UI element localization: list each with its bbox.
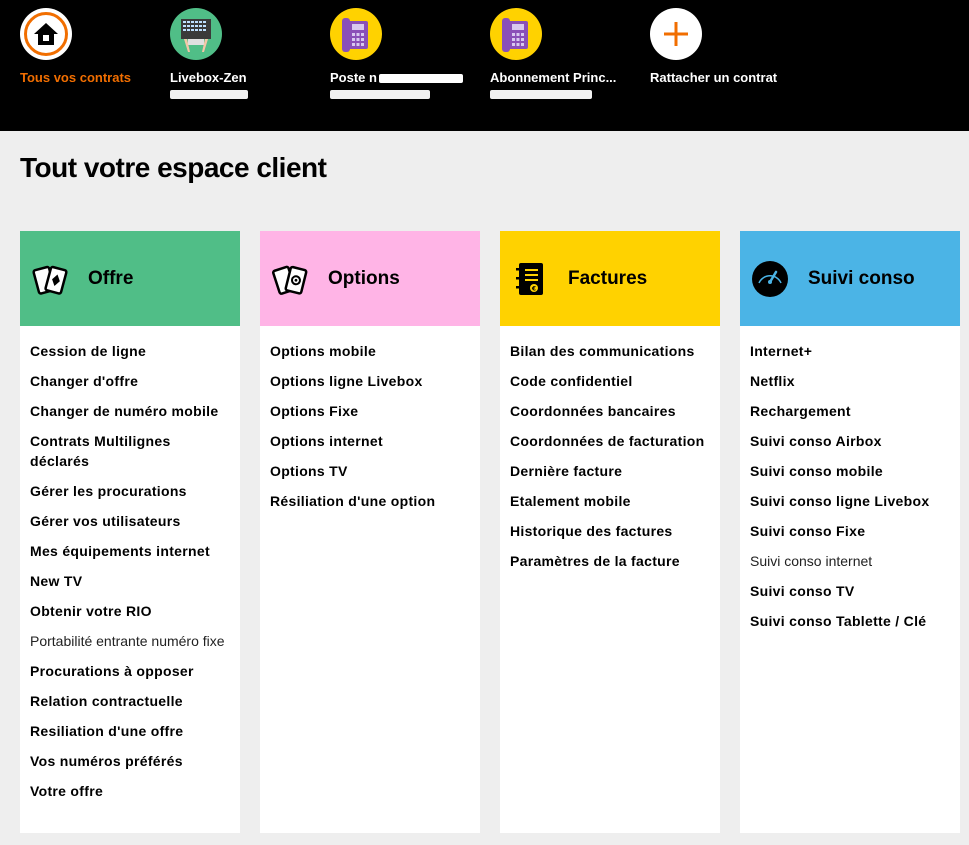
card-list: Options mobile Options ligne Livebox Opt… <box>260 326 480 511</box>
list-item[interactable]: Etalement mobile <box>510 491 710 511</box>
contract-label: Rattacher un contrat <box>650 70 778 85</box>
card-title: Offre <box>88 267 134 289</box>
list-item[interactable]: Rechargement <box>750 401 950 421</box>
list-item[interactable]: Internet+ <box>750 341 950 361</box>
list-item[interactable]: Coordonnées de facturation <box>510 431 710 451</box>
card-header: Suivi conso <box>740 231 960 326</box>
list-item[interactable]: New TV <box>30 571 230 591</box>
contract-livebox[interactable]: Livebox-Zen <box>170 8 248 99</box>
plus-icon <box>650 8 702 60</box>
card-options: Options Options mobile Options ligne Liv… <box>260 231 480 833</box>
contract-poste[interactable]: Poste n <box>330 8 463 99</box>
card-list: Bilan des communications Code confidenti… <box>500 326 720 571</box>
card-header: Options <box>260 231 480 326</box>
list-item[interactable]: Options Fixe <box>270 401 470 421</box>
list-item[interactable]: Options internet <box>270 431 470 451</box>
card-list: Internet+ Netflix Rechargement Suivi con… <box>740 326 960 631</box>
contract-label: Poste n <box>330 70 463 85</box>
list-item[interactable]: Changer de numéro mobile <box>30 401 230 421</box>
list-item[interactable]: Dernière facture <box>510 461 710 481</box>
card-header: Offre <box>20 231 240 326</box>
contracts-bar: Tous vos contrats Livebox-Zen Poste n Ab… <box>0 0 969 131</box>
gauge-icon <box>751 260 789 298</box>
phone-icon <box>490 8 542 60</box>
list-item[interactable]: Contrats Multilignes déclarés <box>30 431 230 471</box>
list-item[interactable]: Code confidentiel <box>510 371 710 391</box>
contract-attach[interactable]: Rattacher un contrat <box>650 8 777 85</box>
list-item[interactable]: Options ligne Livebox <box>270 371 470 391</box>
card-list: Cession de ligne Changer d'offre Changer… <box>20 326 240 801</box>
livebox-icon <box>170 8 222 60</box>
list-item[interactable]: Changer d'offre <box>30 371 230 391</box>
list-item[interactable]: Suivi conso Fixe <box>750 521 950 541</box>
list-item[interactable]: Portabilité entrante numéro fixe <box>30 631 230 651</box>
list-item[interactable]: Gérer vos utilisateurs <box>30 511 230 531</box>
list-item[interactable]: Options TV <box>270 461 470 481</box>
contract-label: Tous vos contrats <box>20 70 132 85</box>
list-item[interactable]: Suivi conso ligne Livebox <box>750 491 950 511</box>
list-item[interactable]: Options mobile <box>270 341 470 361</box>
list-item[interactable]: Bilan des communications <box>510 341 710 361</box>
contract-all[interactable]: Tous vos contrats <box>20 8 131 85</box>
contract-label: Abonnement Princ... <box>490 70 617 85</box>
contract-label: Livebox-Zen <box>170 70 247 85</box>
list-item[interactable]: Procurations à opposer <box>30 661 230 681</box>
list-item[interactable]: Mes équipements internet <box>30 541 230 561</box>
list-item[interactable]: Paramètres de la facture <box>510 551 710 571</box>
list-item[interactable]: Vos numéros préférés <box>30 751 230 771</box>
card-suivi-conso: Suivi conso Internet+ Netflix Rechargeme… <box>740 231 960 833</box>
list-item[interactable]: Suivi conso TV <box>750 581 950 601</box>
card-factures: € Factures Bilan des communications Code… <box>500 231 720 833</box>
list-item[interactable]: Netflix <box>750 371 950 391</box>
list-item[interactable]: Resiliation d'une offre <box>30 721 230 741</box>
options-cards-icon <box>271 260 309 298</box>
card-header: € Factures <box>500 231 720 326</box>
list-item[interactable]: Votre offre <box>30 781 230 801</box>
list-item[interactable]: Résiliation d'une option <box>270 491 470 511</box>
list-item[interactable]: Relation contractuelle <box>30 691 230 711</box>
invoice-icon: € <box>511 260 549 298</box>
redacted-number <box>330 90 430 99</box>
list-item[interactable]: Gérer les procurations <box>30 481 230 501</box>
redacted-text <box>378 74 463 84</box>
contract-abonnement[interactable]: Abonnement Princ... <box>490 8 616 99</box>
list-item[interactable]: Cession de ligne <box>30 341 230 361</box>
list-item[interactable]: Obtenir votre RIO <box>30 601 230 621</box>
card-title: Factures <box>568 267 648 289</box>
card-title: Options <box>328 267 400 289</box>
card-offre: Offre Cession de ligne Changer d'offre C… <box>20 231 240 833</box>
card-title: Suivi conso <box>808 267 915 289</box>
list-item[interactable]: Coordonnées bancaires <box>510 401 710 421</box>
list-item[interactable]: Suivi conso internet <box>750 551 950 571</box>
home-icon <box>20 8 72 60</box>
redacted-number <box>170 90 248 99</box>
svg-text:€: € <box>531 285 536 292</box>
list-item[interactable]: Suivi conso Tablette / Clé <box>750 611 950 631</box>
page-title: Tout votre espace client <box>20 152 327 183</box>
phone-icon <box>330 8 382 60</box>
list-item[interactable]: Suivi conso mobile <box>750 461 950 481</box>
cards-icon <box>31 260 69 298</box>
list-item[interactable]: Suivi conso Airbox <box>750 431 950 451</box>
list-item[interactable]: Historique des factures <box>510 521 710 541</box>
redacted-number <box>490 90 592 99</box>
